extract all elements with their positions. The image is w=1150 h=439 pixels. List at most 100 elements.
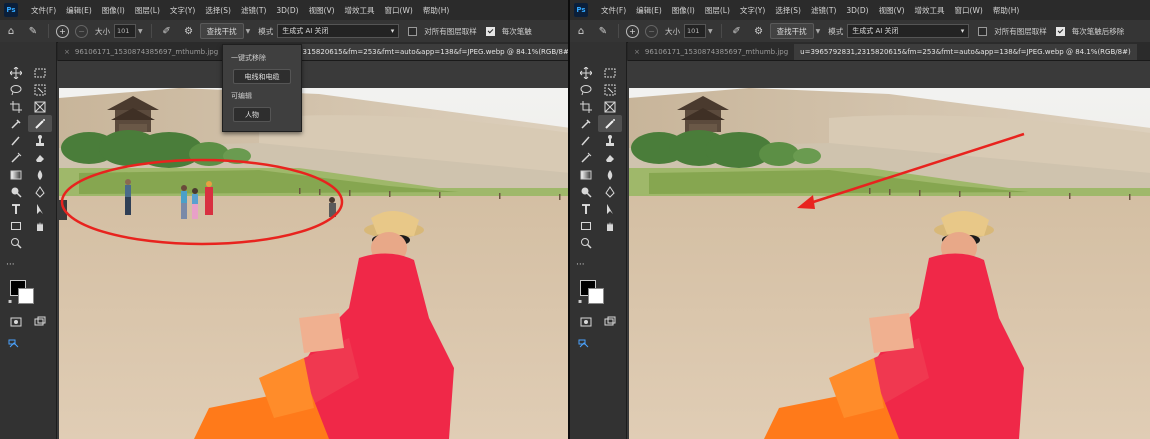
rectangle-icon[interactable] xyxy=(4,217,28,234)
eyedropper-icon[interactable] xyxy=(4,115,28,132)
mode-select[interactable]: 生成式 AI 关闭 ▾ xyxy=(847,24,970,38)
menu-help[interactable]: 帮助(H) xyxy=(418,5,455,16)
stamp-icon[interactable] xyxy=(598,132,622,149)
screen-mode-icon[interactable] xyxy=(598,314,622,330)
lasso-icon[interactable] xyxy=(574,81,598,98)
menu-filter[interactable]: 滤镜(T) xyxy=(806,5,841,16)
chevron-down-icon[interactable]: ▼ xyxy=(708,28,713,35)
menu-plugins[interactable]: 增效工具 xyxy=(910,5,950,16)
crop-icon[interactable] xyxy=(4,98,28,115)
default-colors-icon[interactable]: ▪ xyxy=(8,298,12,305)
menu-select[interactable]: 选择(S) xyxy=(770,5,806,16)
blur-icon[interactable] xyxy=(598,166,622,183)
dodge-icon[interactable] xyxy=(574,183,598,200)
gradient-icon[interactable] xyxy=(4,166,28,183)
gear-icon[interactable]: ⚙ xyxy=(751,23,767,39)
background-color-swatch[interactable] xyxy=(588,288,604,304)
menu-file[interactable]: 文件(F) xyxy=(596,5,631,16)
gradient-icon[interactable] xyxy=(574,166,598,183)
menu-type[interactable]: 文字(Y) xyxy=(735,5,770,16)
find-distractions-button[interactable]: 查找干扰 xyxy=(769,23,814,39)
chevron-down-icon[interactable]: ▼ xyxy=(138,28,143,35)
canvas-area[interactable] xyxy=(627,61,1150,439)
sample-all-layers-checkbox[interactable] xyxy=(408,26,418,36)
crop-icon[interactable] xyxy=(574,98,598,115)
remove-after-stroke-checkbox[interactable] xyxy=(485,26,495,36)
add-brush-size-icon[interactable]: + xyxy=(56,24,69,38)
background-color-swatch[interactable] xyxy=(18,288,34,304)
default-colors-icon[interactable]: ▪ xyxy=(578,298,582,305)
path-select-icon[interactable] xyxy=(598,200,622,217)
dodge-icon[interactable] xyxy=(4,183,28,200)
canvas-area[interactable] xyxy=(57,61,568,439)
menu-view[interactable]: 视图(V) xyxy=(874,5,910,16)
lasso-icon[interactable] xyxy=(4,81,28,98)
remove-after-stroke-checkbox[interactable] xyxy=(1055,26,1065,36)
home-icon[interactable]: ⌂ xyxy=(573,23,589,39)
share-icon[interactable] xyxy=(578,338,590,352)
rectangle-icon[interactable] xyxy=(574,217,598,234)
blur-icon[interactable] xyxy=(28,166,52,183)
pen-pressure-icon[interactable]: ✐ xyxy=(729,23,745,39)
eraser-icon[interactable] xyxy=(598,149,622,166)
menu-select[interactable]: 选择(S) xyxy=(200,5,236,16)
subtract-brush-size-icon[interactable]: − xyxy=(645,24,658,38)
menu-window[interactable]: 窗口(W) xyxy=(380,5,418,16)
pen-pressure-icon[interactable]: ✐ xyxy=(159,23,175,39)
eyedropper-icon[interactable] xyxy=(574,115,598,132)
chevron-down-icon[interactable]: ▼ xyxy=(816,28,821,35)
type-icon[interactable] xyxy=(4,200,28,217)
menu-edit[interactable]: 编辑(E) xyxy=(631,5,667,16)
frame-icon[interactable] xyxy=(598,98,622,115)
photo-before[interactable] xyxy=(59,88,568,439)
hand-icon[interactable] xyxy=(598,217,622,234)
menu-3d[interactable]: 3D(D) xyxy=(841,6,873,15)
type-icon[interactable] xyxy=(574,200,598,217)
remove-tool-preset-icon[interactable]: ✎ xyxy=(595,23,611,39)
sample-all-layers-checkbox[interactable] xyxy=(978,26,988,36)
size-input[interactable]: 101 xyxy=(114,24,136,38)
marquee-icon[interactable] xyxy=(598,64,622,81)
share-icon[interactable] xyxy=(8,338,20,352)
home-icon[interactable]: ⌂ xyxy=(3,23,19,39)
eraser-icon[interactable] xyxy=(28,149,52,166)
more-tools-icon[interactable]: ··· xyxy=(6,260,15,270)
mode-select[interactable]: 生成式 AI 关闭 ▾ xyxy=(277,24,400,38)
remove-tool-icon[interactable] xyxy=(598,115,622,132)
gear-icon[interactable]: ⚙ xyxy=(181,23,197,39)
history-brush-icon[interactable] xyxy=(574,149,598,166)
zoom-icon[interactable] xyxy=(4,234,28,251)
move-icon[interactable] xyxy=(4,64,28,81)
zoom-icon[interactable] xyxy=(574,234,598,251)
history-brush-icon[interactable] xyxy=(4,149,28,166)
brush-icon[interactable] xyxy=(574,132,598,149)
photo-after[interactable] xyxy=(629,88,1150,439)
close-icon[interactable]: × xyxy=(64,48,70,56)
remove-tool-icon[interactable] xyxy=(28,115,52,132)
marquee-icon[interactable] xyxy=(28,64,52,81)
tab-document-1[interactable]: × 96106171_1530874385697_mthumb.jpg xyxy=(628,44,794,60)
tab-document-2[interactable]: u=3965792831,2315820615&fm=253&fmt=auto&… xyxy=(794,44,1137,60)
menu-image[interactable]: 图像(I) xyxy=(667,5,700,16)
tab-document-1[interactable]: × 96106171_1530874385697_mthumb.jpg xyxy=(58,44,224,60)
chevron-down-icon[interactable]: ▼ xyxy=(246,28,251,35)
move-icon[interactable] xyxy=(574,64,598,81)
menu-3d[interactable]: 3D(D) xyxy=(271,6,303,15)
menu-layer[interactable]: 图层(L) xyxy=(700,5,735,16)
menu-image[interactable]: 图像(I) xyxy=(97,5,130,16)
add-brush-size-icon[interactable]: + xyxy=(626,24,639,38)
path-select-icon[interactable] xyxy=(28,200,52,217)
frame-icon[interactable] xyxy=(28,98,52,115)
menu-view[interactable]: 视图(V) xyxy=(304,5,340,16)
size-input[interactable]: 101 xyxy=(684,24,706,38)
menu-type[interactable]: 文字(Y) xyxy=(165,5,200,16)
pen-icon[interactable] xyxy=(598,183,622,200)
brush-icon[interactable] xyxy=(4,132,28,149)
more-tools-icon[interactable]: ··· xyxy=(576,260,585,270)
menu-plugins[interactable]: 增效工具 xyxy=(340,5,380,16)
people-button[interactable]: 人物 xyxy=(233,107,271,122)
menu-window[interactable]: 窗口(W) xyxy=(950,5,988,16)
subtract-brush-size-icon[interactable]: − xyxy=(75,24,88,38)
hand-icon[interactable] xyxy=(28,217,52,234)
menu-help[interactable]: 帮助(H) xyxy=(988,5,1025,16)
